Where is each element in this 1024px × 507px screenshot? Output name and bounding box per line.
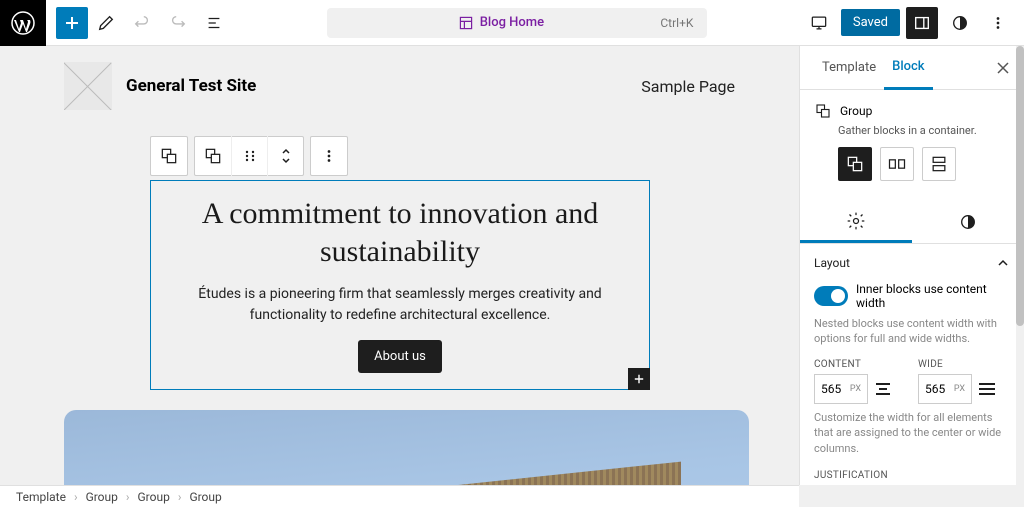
- layout-panel-header[interactable]: Layout: [814, 256, 1010, 270]
- variation-stack-button[interactable]: [922, 147, 956, 181]
- paragraph-block[interactable]: Études is a pioneering firm that seamles…: [195, 284, 605, 326]
- wordpress-icon: [11, 11, 35, 35]
- desktop-icon: [809, 13, 829, 33]
- group-block-selected[interactable]: A commitment to innovation and sustainab…: [150, 180, 650, 390]
- plus-icon: [62, 13, 82, 33]
- block-breadcrumb: Template › Group › Group › Group: [0, 485, 799, 507]
- topbar-right: Saved: [803, 7, 1024, 39]
- group-icon: [814, 102, 832, 120]
- list-icon: [205, 14, 223, 32]
- styles-button[interactable]: [944, 7, 976, 39]
- breadcrumb-item[interactable]: Group: [86, 490, 118, 504]
- tools-button[interactable]: [88, 5, 124, 41]
- view-button[interactable]: [803, 7, 835, 39]
- variation-group-button[interactable]: [838, 147, 872, 181]
- align-center-icon[interactable]: [872, 379, 894, 399]
- redo-button[interactable]: [160, 5, 196, 41]
- scrollbar-thumb[interactable]: [1016, 46, 1024, 326]
- keyboard-shortcut: Ctrl+K: [660, 16, 693, 30]
- justification-label: JUSTIFICATION: [814, 470, 1010, 481]
- site-logo-placeholder[interactable]: [64, 62, 112, 110]
- drag-icon: [242, 148, 258, 164]
- plus-icon: [632, 372, 646, 386]
- undo-button[interactable]: [124, 5, 160, 41]
- gear-icon: [846, 211, 866, 231]
- editor-topbar: Blog Home Ctrl+K Saved: [0, 0, 1024, 46]
- tab-template[interactable]: Template: [814, 46, 884, 90]
- close-sidebar-button[interactable]: [996, 61, 1010, 75]
- button-block[interactable]: About us: [358, 340, 442, 373]
- contrast-icon: [959, 213, 977, 231]
- document-overview-button[interactable]: [196, 5, 232, 41]
- toggle-help-text: Nested blocks use content width with opt…: [814, 316, 1010, 347]
- layout-icon: [458, 15, 474, 31]
- settings-sidebar: Template Block Group Gather blocks in a …: [799, 46, 1024, 485]
- row-icon: [887, 154, 907, 174]
- topbar-left: [0, 0, 232, 45]
- layout-panel: Layout Inner blocks use content width Ne…: [800, 244, 1024, 485]
- content-width-input[interactable]: 565 PX: [814, 374, 868, 404]
- block-settings-tabs: [800, 201, 1024, 244]
- contrast-icon: [951, 14, 969, 32]
- block-type-description: Gather blocks in a container.: [838, 124, 1010, 137]
- group-icon: [845, 154, 865, 174]
- breadcrumb-item[interactable]: Group: [138, 490, 170, 504]
- scrollbar[interactable]: [1016, 46, 1024, 485]
- wide-width-input[interactable]: 565 PX: [918, 374, 972, 404]
- drag-handle[interactable]: [231, 136, 267, 176]
- content-width-toggle[interactable]: [814, 286, 848, 306]
- template-name: Blog Home: [480, 15, 544, 30]
- align-wide-icon[interactable]: [976, 379, 998, 399]
- editor-canvas[interactable]: General Test Site Sample Page: [0, 46, 799, 485]
- group-icon: [203, 146, 223, 166]
- block-toolbar: [150, 136, 348, 176]
- site-title[interactable]: General Test Site: [126, 76, 256, 96]
- wordpress-logo[interactable]: [0, 0, 46, 46]
- chevron-up-icon: [996, 256, 1010, 270]
- toggle-label: Inner blocks use content width: [856, 282, 1010, 310]
- dots-vertical-icon: [320, 147, 338, 165]
- chevron-up-down-icon: [278, 146, 294, 166]
- block-type-button[interactable]: [151, 136, 187, 176]
- pencil-icon: [97, 14, 115, 32]
- breadcrumb-item[interactable]: Template: [16, 490, 66, 504]
- close-icon: [996, 61, 1010, 75]
- block-description: Group Gather blocks in a container.: [800, 90, 1024, 193]
- select-parent-button[interactable]: [195, 136, 231, 176]
- move-up-down-button[interactable]: [267, 136, 303, 176]
- breadcrumb-item[interactable]: Group: [189, 490, 221, 504]
- settings-sidebar-toggle[interactable]: [906, 7, 938, 39]
- block-type-name: Group: [840, 104, 872, 118]
- command-palette-button[interactable]: Blog Home Ctrl+K: [327, 8, 707, 38]
- more-options-button[interactable]: [982, 7, 1014, 39]
- dots-vertical-icon: [989, 14, 1007, 32]
- sidebar-icon: [913, 14, 931, 32]
- block-options-button[interactable]: [311, 136, 347, 176]
- tab-settings[interactable]: [800, 201, 912, 243]
- block-variations: [838, 147, 1010, 181]
- wide-width-label: WIDE: [918, 359, 1010, 370]
- tab-block[interactable]: Block: [884, 46, 932, 90]
- stack-icon: [929, 154, 949, 174]
- content-width-label: CONTENT: [814, 359, 906, 370]
- image-content: [64, 462, 681, 485]
- width-help-text: Customize the width for all elements tha…: [814, 410, 1010, 456]
- sidebar-tabs: Template Block: [800, 46, 1024, 90]
- add-block-button[interactable]: [56, 7, 88, 39]
- group-icon: [159, 146, 179, 166]
- image-block[interactable]: [64, 410, 749, 485]
- tab-styles[interactable]: [912, 201, 1024, 243]
- nav-link-sample-page[interactable]: Sample Page: [641, 77, 735, 96]
- add-inner-block-button[interactable]: [628, 368, 650, 390]
- site-header: General Test Site Sample Page: [0, 46, 799, 126]
- variation-row-button[interactable]: [880, 147, 914, 181]
- save-button[interactable]: Saved: [841, 9, 900, 36]
- redo-icon: [169, 14, 187, 32]
- undo-icon: [133, 14, 151, 32]
- heading-block[interactable]: A commitment to innovation and sustainab…: [195, 195, 605, 270]
